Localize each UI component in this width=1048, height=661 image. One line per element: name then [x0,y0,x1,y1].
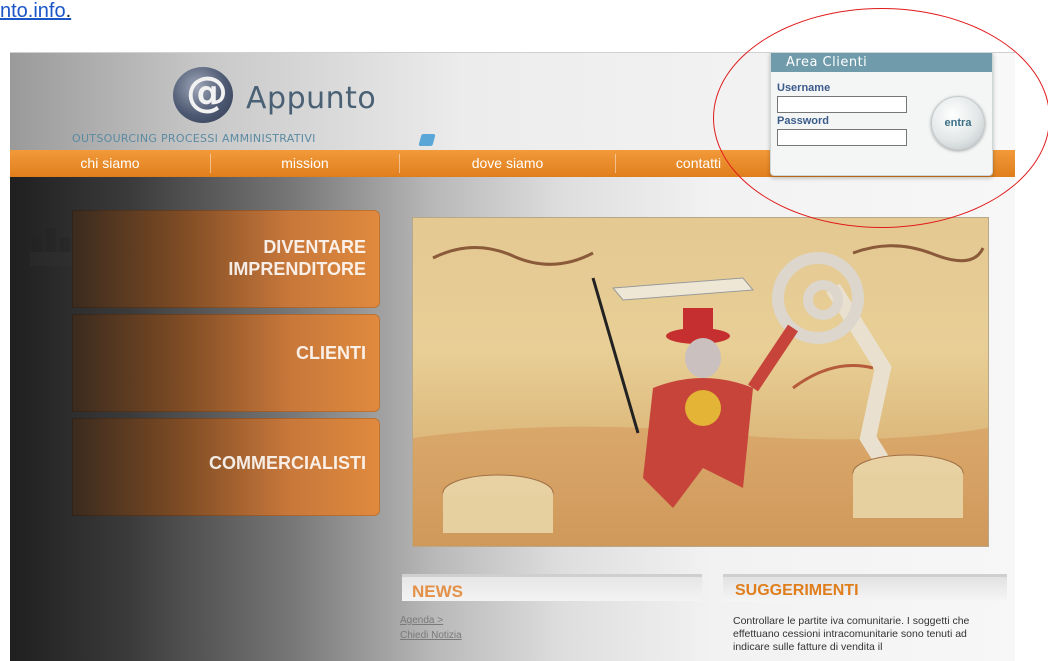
login-submit-button[interactable]: entra [931,96,985,150]
top-link[interactable]: nto.info. [0,0,71,23]
news-link-agenda[interactable]: Agenda > [400,615,443,626]
top-link-suffix: . [65,0,72,22]
side-menu-item-diventare-imprenditore[interactable]: DIVENTARE IMPRENDITORE [72,210,380,308]
side-menu-item-commercialisti[interactable]: COMMERCIALISTI [72,418,380,516]
login-panel-title: Area Clienti [771,53,992,72]
nav-item-dove-siamo[interactable]: dove siamo [400,150,615,177]
nav-item-contatti[interactable]: contatti [616,150,781,177]
logo-title[interactable]: Appunto [246,81,376,116]
hero-illustration [412,217,989,547]
website-screenshot: @ Appunto OUTSOURCING PROCESSI AMMINISTR… [10,52,1015,661]
news-header: NEWS [402,574,702,601]
password-input[interactable] [777,129,907,146]
username-input[interactable] [777,96,907,113]
password-label: Password [777,115,829,127]
side-menu-label: DIVENTARE [263,237,366,257]
login-panel: Area Clienti Username Password entra [770,52,993,176]
suggestions-text: Controllare le partite iva comunitarie. … [733,615,970,653]
side-menu-label: CLIENTI [296,343,366,363]
nav-item-chi-siamo[interactable]: chi siamo [10,150,210,177]
ringmaster-illustration [413,244,988,546]
side-menu-item-clienti[interactable]: CLIENTI [72,314,380,412]
news-link-chiedi-notizia[interactable]: Chiedi Notizia [400,630,462,641]
nav-item-mission[interactable]: mission [211,150,399,177]
castle-icon [30,228,72,266]
tagline: OUTSOURCING PROCESSI AMMINISTRATIVI [72,132,316,145]
suggestions-title: SUGGERIMENTI [735,582,859,599]
top-link-text[interactable]: nto.info [0,0,66,22]
logo-at-symbol: @ [186,67,228,116]
side-menu-label: IMPRENDITORE [228,259,366,279]
news-title: NEWS [412,582,463,601]
suggestions-header: SUGGERIMENTI [723,574,1007,601]
side-menu-label: COMMERCIALISTI [209,453,366,473]
bookmark-icon [418,134,436,146]
username-label: Username [777,82,831,94]
